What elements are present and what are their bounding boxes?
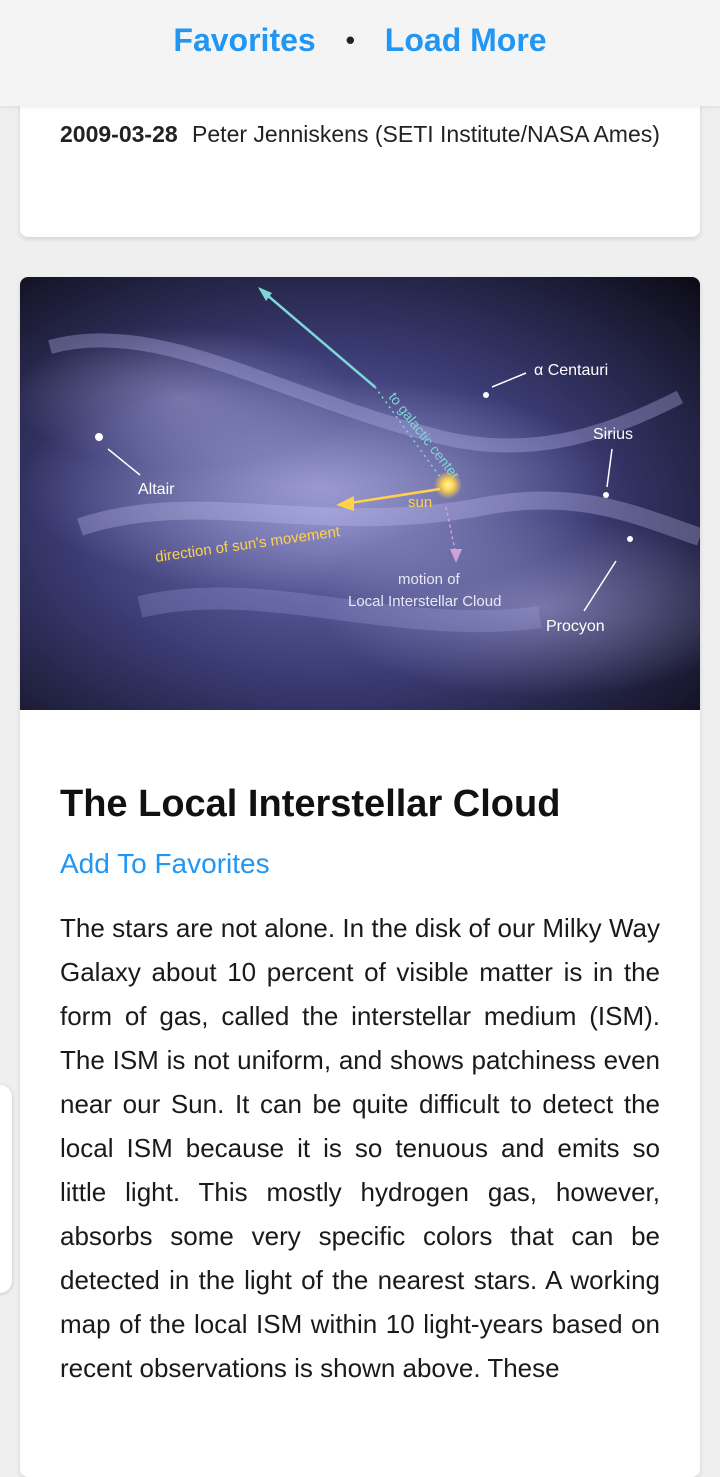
entry-credit: Peter Jenniskens (SETI Institute/NASA Am…	[192, 121, 660, 147]
label-motion-line1: motion of	[398, 571, 461, 588]
label-sirius: Sirius	[593, 426, 633, 443]
add-to-favorites-link[interactable]: Add To Favorites	[60, 848, 270, 880]
apod-image[interactable]: to galactic center sun direction of sun'…	[20, 277, 700, 710]
nav-separator: •	[345, 25, 355, 55]
entry-explanation: The stars are not alone. In the disk of …	[60, 913, 660, 1383]
entry-title: The Local Interstellar Cloud	[60, 783, 561, 825]
entry-date: 2009-03-28	[60, 121, 178, 147]
label-motion-line2: Local Interstellar Cloud	[348, 593, 501, 610]
label-altair: Altair	[138, 481, 175, 498]
entry-card: to galactic center sun direction of sun'…	[20, 277, 700, 1477]
favorites-link[interactable]: Favorites	[173, 22, 315, 59]
nav-row: Favorites • Load More	[173, 22, 546, 59]
previous-entry-meta: 2009-03-28 Peter Jenniskens (SETI Instit…	[60, 112, 660, 156]
label-sun: sun	[408, 494, 432, 511]
label-procyon: Procyon	[546, 618, 605, 635]
top-navigation-bar: Favorites • Load More	[0, 0, 720, 106]
side-edge-handle[interactable]	[0, 1085, 12, 1293]
load-more-link[interactable]: Load More	[385, 22, 547, 59]
label-alpha-centauri: α Centauri	[534, 362, 608, 379]
entry-body: The Local Interstellar Cloud Add To Favo…	[20, 780, 700, 1390]
